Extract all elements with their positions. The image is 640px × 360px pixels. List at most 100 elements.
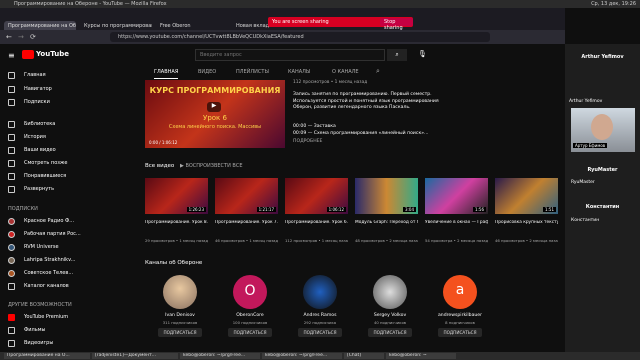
sidebar-sub[interactable]: Рабочая партия Рос... (0, 229, 81, 241)
taskbar: Программирование на О... [radjeniste1]—Д… (0, 352, 640, 360)
youtube-header: ≡ YouTube ⌕ 🎙 (0, 44, 565, 66)
sidebar-sub[interactable]: RVM Universe (0, 242, 72, 254)
channel-name[interactable]: andrewspirkilbauer (425, 313, 495, 318)
search-icon[interactable]: ⌕ (387, 49, 407, 61)
video-thumbnail[interactable]: 1:06:12 (285, 178, 348, 214)
sidebar-item-home[interactable]: Главная (0, 70, 72, 82)
mic-icon[interactable]: 🎙 (418, 50, 427, 58)
player-time: 0:00 / 1:06:12 (149, 140, 178, 145)
play-icon[interactable]: ▶ (207, 102, 221, 112)
history-icon (8, 134, 15, 141)
video-thumbnail[interactable]: 3:04 (355, 178, 418, 214)
youtube-logo-text[interactable]: YouTube (36, 50, 69, 58)
sidebar-sub[interactable]: Lahripa Strakhnikv... (0, 255, 75, 267)
plus-icon (8, 283, 15, 290)
video-title[interactable]: Увеличение в окнах — Графика на Обероне.… (425, 220, 488, 225)
taskbar-item[interactable]: kebo@oberon: ~ (386, 353, 456, 359)
avatar[interactable]: a (443, 275, 477, 309)
sidebar-item-library[interactable]: Библиотека (0, 119, 72, 131)
play-all-label: ВОСПРОИЗВЕСТИ ВСЕ (185, 163, 243, 169)
participant-video: Артур Ефимов (571, 108, 635, 152)
play-all-button[interactable]: ▶ ВОСПРОИЗВЕСТИ ВСЕ (180, 163, 243, 169)
share-text: You are screen sharing (272, 19, 329, 25)
library-icon (8, 121, 15, 128)
sidebar-item-subscriptions[interactable]: Подписки (0, 97, 72, 109)
video-title[interactable]: Программирование. Урок 6. Схема линейног… (285, 220, 348, 225)
duration: 1:26:23 (186, 207, 206, 212)
sidebar-label: Библиотека (24, 121, 56, 127)
subscribe-button[interactable]: ПОДПИСАТЬСЯ (298, 328, 342, 337)
featured-video-player[interactable]: КУРС ПРОГРАММИРОВАНИЯ Урок 6 Схема линей… (145, 80, 285, 148)
tab-playlists[interactable]: ПЛЕЙЛИСТЫ (236, 69, 269, 75)
search-icon[interactable]: ⌕ (376, 67, 380, 76)
taskbar-item[interactable]: [radjeniste1]—Документ... (92, 353, 178, 359)
stop-sharing-button[interactable]: Stop sharing (380, 18, 413, 31)
video-title[interactable]: Программирование. Урок 8. Литерный тип. … (145, 220, 208, 225)
featured-thumb-sub2: Схема линейного поиска. Массивы (168, 124, 262, 130)
url-field[interactable]: https://www.youtube.com/channel/UCTvwtt8… (110, 32, 490, 42)
sidebar-sub[interactable]: Красное Радио Ф... (0, 216, 74, 228)
subscribe-button[interactable]: ПОДПИСАТЬСЯ (228, 328, 272, 337)
sidebar-item-catalog[interactable]: Каталог каналов (0, 281, 72, 293)
avatar[interactable] (373, 275, 407, 309)
sidebar-item-premium[interactable]: YouTube Premium (0, 312, 72, 324)
hamburger-icon[interactable]: ≡ (8, 51, 15, 60)
back-icon[interactable]: ← (6, 33, 12, 41)
all-videos-heading: Все видео (145, 163, 175, 169)
sidebar-item-movies[interactable]: Фильмы (0, 325, 72, 337)
sidebar-item-watch-later[interactable]: Смотреть позже (0, 158, 72, 170)
participant-cam-label: Артур Ефимов (573, 143, 608, 148)
sidebar-label: История (24, 134, 46, 140)
video-thumbnail[interactable]: 1:51 (495, 178, 558, 214)
sidebar-label: Главная (24, 72, 46, 78)
avatar[interactable] (303, 275, 337, 309)
subscribe-button[interactable]: ПОДПИСАТЬСЯ (438, 328, 482, 337)
taskbar-item[interactable]: kebo@oberon: ~/prg/Free... (262, 353, 342, 359)
avatar[interactable]: O (233, 275, 267, 309)
duration: 1:06:12 (326, 207, 346, 212)
sidebar-item-history[interactable]: История (0, 132, 72, 144)
taskbar-item[interactable]: kebo@oberon: ~/prg/Free... (180, 353, 260, 359)
video-title[interactable]: Прорисовка крупных текстур — Графика на.… (495, 220, 558, 225)
taskbar-item[interactable]: Программирование на О... (4, 353, 90, 359)
nav-toolbar: ← → ⟳ https://www.youtube.com/channel/UC… (0, 30, 565, 44)
featured-chapter: 00:09 — Схема программирования «линейный… (293, 131, 429, 136)
channel-name[interactable]: Ivan Denisov (145, 313, 215, 318)
channel-name[interactable]: Sergey Volkov (355, 313, 425, 318)
channel-name[interactable]: Andres Ramos (285, 313, 355, 318)
taskbar-item[interactable]: [Chat] (344, 353, 384, 359)
sidebar-item-expand[interactable]: Развернуть (0, 184, 72, 196)
sidebar-sub[interactable]: Советское Телев... (0, 268, 73, 280)
sidebar-label: Ваши видео (24, 147, 56, 153)
youtube-logo-icon[interactable] (22, 50, 34, 59)
sidebar-item-your-videos[interactable]: Ваши видео (0, 145, 72, 157)
video-thumbnail[interactable]: 1:56 (425, 178, 488, 214)
video-title[interactable]: Модуль Graph: Переход от СР866 к Юникоду (355, 220, 418, 225)
participant-name: Константин (585, 204, 620, 210)
sidebar: Главная Навигатор Подписки Библиотека Ис… (0, 66, 81, 352)
participant-face (591, 114, 613, 140)
reload-icon[interactable]: ⟳ (30, 33, 36, 41)
subscribe-button[interactable]: ПОДПИСАТЬСЯ (368, 328, 412, 337)
tab-channels[interactable]: КАНАЛЫ (288, 69, 310, 75)
channel-name[interactable]: OberonCore (215, 313, 285, 318)
tab-videos[interactable]: ВИДЕО (198, 69, 216, 75)
video-thumbnail[interactable]: 1:21:17 (215, 178, 278, 214)
sidebar-label: YouTube Premium (24, 314, 69, 320)
sidebar-item-games[interactable]: Видеоигры (0, 338, 72, 350)
search-input[interactable] (195, 49, 385, 61)
video-meta: 48 просмотров • 2 месяца назад (355, 238, 418, 243)
video-title[interactable]: Программирование. Урок 7. Цикл FOR. Пара… (215, 220, 278, 225)
sidebar-item-explore[interactable]: Навигатор (0, 84, 72, 96)
tab-about[interactable]: О КАНАЛЕ (332, 69, 359, 75)
duration: 3:04 (403, 207, 416, 212)
sidebar-item-liked[interactable]: Понравившиеся (0, 171, 72, 183)
read-more-link[interactable]: ПОДРОБНЕЕ (293, 139, 322, 144)
subscribe-button[interactable]: ПОДПИСАТЬСЯ (158, 328, 202, 337)
sidebar-label: Развернуть (24, 186, 55, 192)
film-icon (8, 327, 15, 334)
forward-icon[interactable]: → (18, 33, 24, 41)
avatar[interactable] (163, 275, 197, 309)
video-thumbnail[interactable]: 1:26:23 (145, 178, 208, 214)
tab-home[interactable]: ГЛАВНАЯ (154, 69, 179, 79)
